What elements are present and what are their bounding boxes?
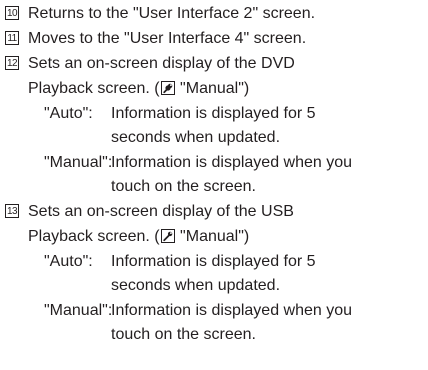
wrench-icon [160,81,175,95]
option-desc-auto-line1: Information is displayed for 5 [111,105,316,122]
option-desc-manual-line1: Information is displayed when you [111,154,353,171]
option-label-manual: "Manual": [44,154,113,171]
option-desc-auto-line2: seconds when updated. [111,129,281,146]
option-desc-manual-line2: touch on the screen. [111,326,256,343]
item-number-11: 11 [5,31,19,45]
option-desc-manual-line1: Information is displayed when you [111,302,353,319]
item-12-text-line2: Playback screen. ( "Manual") [28,77,249,101]
option-desc-auto-line1: Information is displayed for 5 [111,253,316,270]
item-number-13: 13 [5,204,19,218]
option-label-manual: "Manual": [44,302,113,319]
item-10-text: Returns to the "User Interface 2" screen… [28,5,316,22]
option-desc-auto-line2: seconds when updated. [111,277,281,294]
item-13-pre: Playback screen. ( [28,228,160,245]
item-12-text-line1: Sets an on-screen display of the DVD [28,55,295,72]
item-12-pre: Playback screen. ( [28,80,160,97]
item-13-text-line1: Sets an on-screen display of the USB [28,203,294,220]
option-label-auto: "Auto": [44,253,93,270]
item-11-text: Moves to the "User Interface 4" screen. [28,30,307,47]
item-13-text-line2: Playback screen. ( "Manual") [28,225,249,249]
manual-page: 10 Returns to the "User Interface 2" scr… [0,0,428,370]
item-number-12: 12 [5,56,19,70]
item-number-10: 10 [5,6,19,20]
item-12-post: "Manual") [175,80,250,97]
item-13-post: "Manual") [175,228,250,245]
option-desc-manual-line2: touch on the screen. [111,178,256,195]
wrench-icon [160,229,175,243]
option-label-auto: "Auto": [44,105,93,122]
